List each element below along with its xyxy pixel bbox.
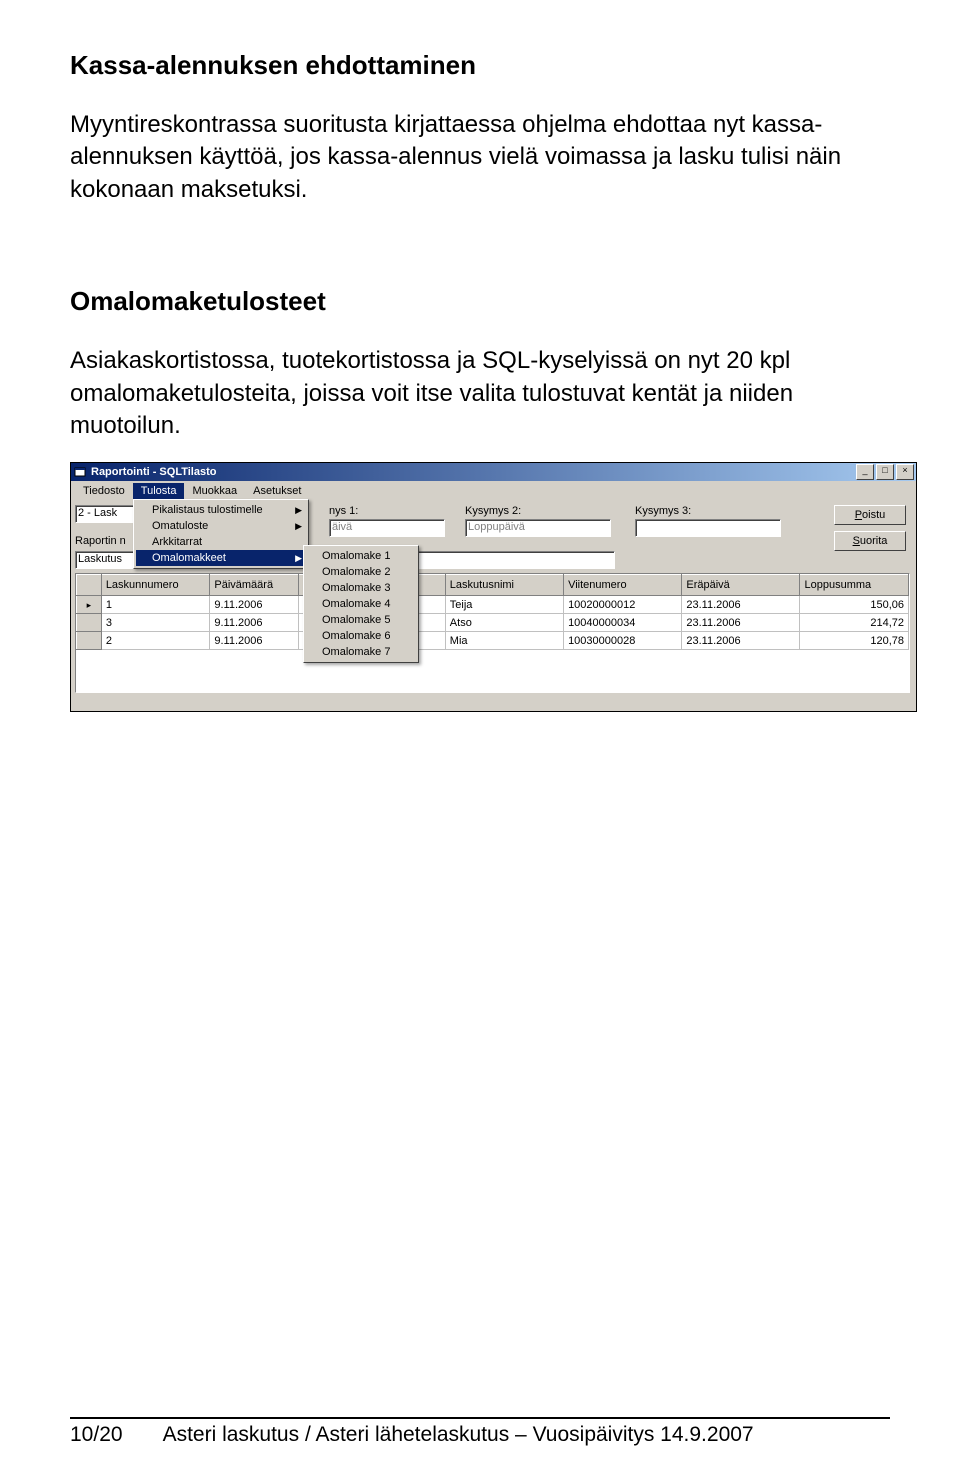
paragraph-omalomaketulosteet: Asiakaskortistossa, tuotekortistossa ja … bbox=[70, 345, 890, 442]
col-laskutusnimi[interactable]: Laskutusnimi bbox=[445, 575, 563, 596]
label-kys1-fragment: nys 1: bbox=[329, 505, 358, 517]
heading-omalomaketulosteet: Omalomaketulosteet bbox=[70, 286, 890, 317]
field-kysymys3[interactable] bbox=[635, 519, 781, 537]
page-footer: 10/20 Asteri laskutus / Asteri lähetelas… bbox=[70, 1417, 890, 1447]
menuitem-omalomake-3[interactable]: Omalomake 3 bbox=[306, 580, 416, 596]
cell[interactable]: 150,06 bbox=[800, 596, 909, 614]
footer-rule bbox=[70, 1417, 890, 1419]
submenu-arrow-icon: ▶ bbox=[295, 521, 302, 532]
cell[interactable]: 10020000012 bbox=[564, 596, 682, 614]
submenu-omalomakkeet: Omalomake 1 Omalomake 2 Omalomake 3 Omal… bbox=[303, 545, 419, 663]
poistu-button[interactable]: Poistu bbox=[834, 505, 906, 525]
suorita-button[interactable]: Suorita bbox=[834, 531, 906, 551]
cell[interactable]: Mia bbox=[445, 632, 563, 650]
menubar: Tiedosto Tulosta Muokkaa Asetukset bbox=[71, 481, 916, 501]
menuitem-omalomake-6[interactable]: Omalomake 6 bbox=[306, 628, 416, 644]
window-titlebar[interactable]: Raportointi - SQLTilasto _ □ × bbox=[71, 463, 916, 481]
form-area: 2 - Lask nys 1: äivä Kysymys 2: Loppupäi… bbox=[71, 501, 916, 711]
cell[interactable]: 23.11.2006 bbox=[682, 614, 800, 632]
submenu-arrow-icon: ▶ bbox=[295, 553, 302, 564]
table-row[interactable]: 39.11.2006 Atso1004000003423.11.2006214,7… bbox=[77, 614, 909, 632]
label-kysymys2: Kysymys 2: bbox=[465, 505, 521, 517]
col-paivamaara[interactable]: Päivämäärä bbox=[210, 575, 299, 596]
menuitem-omalomake-1[interactable]: Omalomake 1 bbox=[306, 548, 416, 564]
cell[interactable]: 120,78 bbox=[800, 632, 909, 650]
footer-page-number: 10/20 bbox=[70, 1423, 123, 1447]
col-loppusumma[interactable]: Loppusumma bbox=[800, 575, 909, 596]
menuitem-omalomake-4[interactable]: Omalomake 4 bbox=[306, 596, 416, 612]
footer-text: Asteri laskutus / Asteri lähetelaskutus … bbox=[163, 1423, 754, 1447]
cell[interactable]: 2 bbox=[101, 632, 210, 650]
submenu-arrow-icon: ▶ bbox=[295, 505, 302, 516]
paragraph-kassa-alennus: Myyntireskontrassa suoritusta kirjattaes… bbox=[70, 109, 890, 206]
menu-tiedosto[interactable]: Tiedosto bbox=[75, 483, 133, 499]
menuitem-omalomake-2[interactable]: Omalomake 2 bbox=[306, 564, 416, 580]
label-raportin-nimi-fragment: Raportin n bbox=[75, 535, 126, 547]
menuitem-omalomake-7[interactable]: Omalomake 7 bbox=[306, 644, 416, 660]
menuitem-omalomake-5[interactable]: Omalomake 5 bbox=[306, 612, 416, 628]
cell[interactable]: 1 bbox=[101, 596, 210, 614]
menu-tulosta[interactable]: Tulosta bbox=[133, 483, 185, 499]
cell[interactable]: 9.11.2006 bbox=[210, 614, 299, 632]
cell[interactable]: Teija bbox=[445, 596, 563, 614]
menu-muokkaa[interactable]: Muokkaa bbox=[184, 483, 245, 499]
grid-corner bbox=[77, 575, 102, 596]
menu-tulosta-dropdown: Pikalistaus tulostimelle▶ Omatuloste▶ Ar… bbox=[133, 499, 309, 569]
row-selector[interactable] bbox=[77, 614, 102, 632]
app-window: Raportointi - SQLTilasto _ □ × Tiedosto … bbox=[70, 462, 917, 712]
table-row[interactable]: 19.11.2006 Teija1002000001223.11.2006150,… bbox=[77, 596, 909, 614]
menu-asetukset[interactable]: Asetukset bbox=[245, 483, 309, 499]
row-selector[interactable] bbox=[77, 596, 102, 614]
maximize-button[interactable]: □ bbox=[876, 464, 894, 480]
close-button[interactable]: × bbox=[896, 464, 914, 480]
cell[interactable]: 10040000034 bbox=[564, 614, 682, 632]
col-viitenumero[interactable]: Viitenumero bbox=[564, 575, 682, 596]
cell[interactable]: 23.11.2006 bbox=[682, 632, 800, 650]
cell[interactable]: 214,72 bbox=[800, 614, 909, 632]
table-row[interactable]: 29.11.2006 Mia1003000002823.11.2006120,78 bbox=[77, 632, 909, 650]
col-laskunnumero[interactable]: Laskunnumero bbox=[101, 575, 210, 596]
menuitem-arkkitarrat[interactable]: Arkkitarrat bbox=[136, 534, 306, 550]
cell[interactable]: 23.11.2006 bbox=[682, 596, 800, 614]
field-kys1-value[interactable]: äivä bbox=[329, 519, 445, 537]
cell[interactable]: Atso bbox=[445, 614, 563, 632]
window-app-icon bbox=[73, 465, 87, 479]
dropdown-kysely[interactable]: 2 - Lask bbox=[75, 505, 137, 523]
menuitem-omatuloste[interactable]: Omatuloste▶ bbox=[136, 518, 306, 534]
menuitem-pikalistaus[interactable]: Pikalistaus tulostimelle▶ bbox=[136, 502, 306, 518]
cell[interactable]: 3 bbox=[101, 614, 210, 632]
heading-kassa-alennus: Kassa-alennuksen ehdottaminen bbox=[70, 50, 890, 81]
results-grid[interactable]: Laskunnumero Päivämäärä Laskutusnimi Vii… bbox=[75, 573, 910, 693]
row-selector[interactable] bbox=[77, 632, 102, 650]
field-kysymys2[interactable]: Loppupäivä bbox=[465, 519, 611, 537]
col-erapaiva[interactable]: Eräpäivä bbox=[682, 575, 800, 596]
minimize-button[interactable]: _ bbox=[856, 464, 874, 480]
grid-header-row: Laskunnumero Päivämäärä Laskutusnimi Vii… bbox=[77, 575, 909, 596]
menuitem-omalomakkeet[interactable]: Omalomakkeet▶ bbox=[136, 550, 306, 566]
cell[interactable]: 9.11.2006 bbox=[210, 596, 299, 614]
cell[interactable]: 10030000028 bbox=[564, 632, 682, 650]
label-kysymys3: Kysymys 3: bbox=[635, 505, 691, 517]
cell[interactable]: 9.11.2006 bbox=[210, 632, 299, 650]
window-title: Raportointi - SQLTilasto bbox=[91, 466, 856, 478]
field-laskutus[interactable]: Laskutus bbox=[75, 551, 137, 569]
